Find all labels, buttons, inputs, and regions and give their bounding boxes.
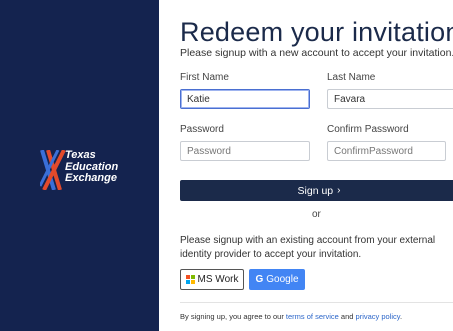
footer-divider — [180, 302, 453, 303]
external-provider-text: Please signup with an existing account f… — [180, 235, 436, 260]
brand-panel: Texas Education Exchange — [0, 0, 159, 331]
chevron-right-icon: › — [337, 185, 341, 196]
ms-work-label: MS Work — [197, 274, 239, 285]
brand-line-3: Exchange — [65, 172, 117, 184]
first-name-field[interactable] — [180, 89, 310, 109]
google-button[interactable]: G Google — [249, 269, 305, 290]
page-title: Redeem your invitation — [180, 17, 453, 47]
terms-of-service-link[interactable]: terms of service — [286, 312, 339, 321]
password-label: Password — [180, 124, 224, 135]
sign-up-button[interactable]: Sign up › — [180, 180, 453, 201]
signup-form-panel: Redeem your invitation Please signup wit… — [159, 0, 453, 331]
footer-prefix: By signing up, you agree to our — [180, 312, 286, 321]
or-divider-text: or — [312, 209, 321, 220]
google-label: Google — [266, 274, 299, 285]
first-name-label: First Name — [180, 72, 229, 83]
footer-suffix: . — [400, 312, 403, 321]
logo-mark-icon — [40, 150, 66, 190]
sign-up-label: Sign up — [297, 184, 334, 197]
confirm-password-field[interactable] — [327, 141, 446, 161]
brand-line-1: Texas — [65, 149, 96, 161]
page-subtitle: Please signup with a new account to acce… — [180, 47, 453, 59]
brand-logo: Texas Education Exchange — [40, 149, 155, 190]
password-field[interactable] — [180, 141, 310, 161]
microsoft-icon — [185, 275, 195, 284]
google-icon: G — [255, 274, 264, 285]
privacy-policy-link[interactable]: privacy policy — [356, 312, 400, 321]
confirm-password-label: Confirm Password — [327, 124, 409, 135]
last-name-label: Last Name — [327, 72, 376, 83]
footer-and: and — [338, 312, 356, 321]
last-name-field[interactable] — [327, 89, 453, 109]
brand-name: Texas Education Exchange — [65, 149, 155, 185]
footer-disclaimer: By signing up, you agree to our terms of… — [180, 312, 402, 321]
ms-work-button[interactable]: MS Work — [180, 269, 244, 290]
